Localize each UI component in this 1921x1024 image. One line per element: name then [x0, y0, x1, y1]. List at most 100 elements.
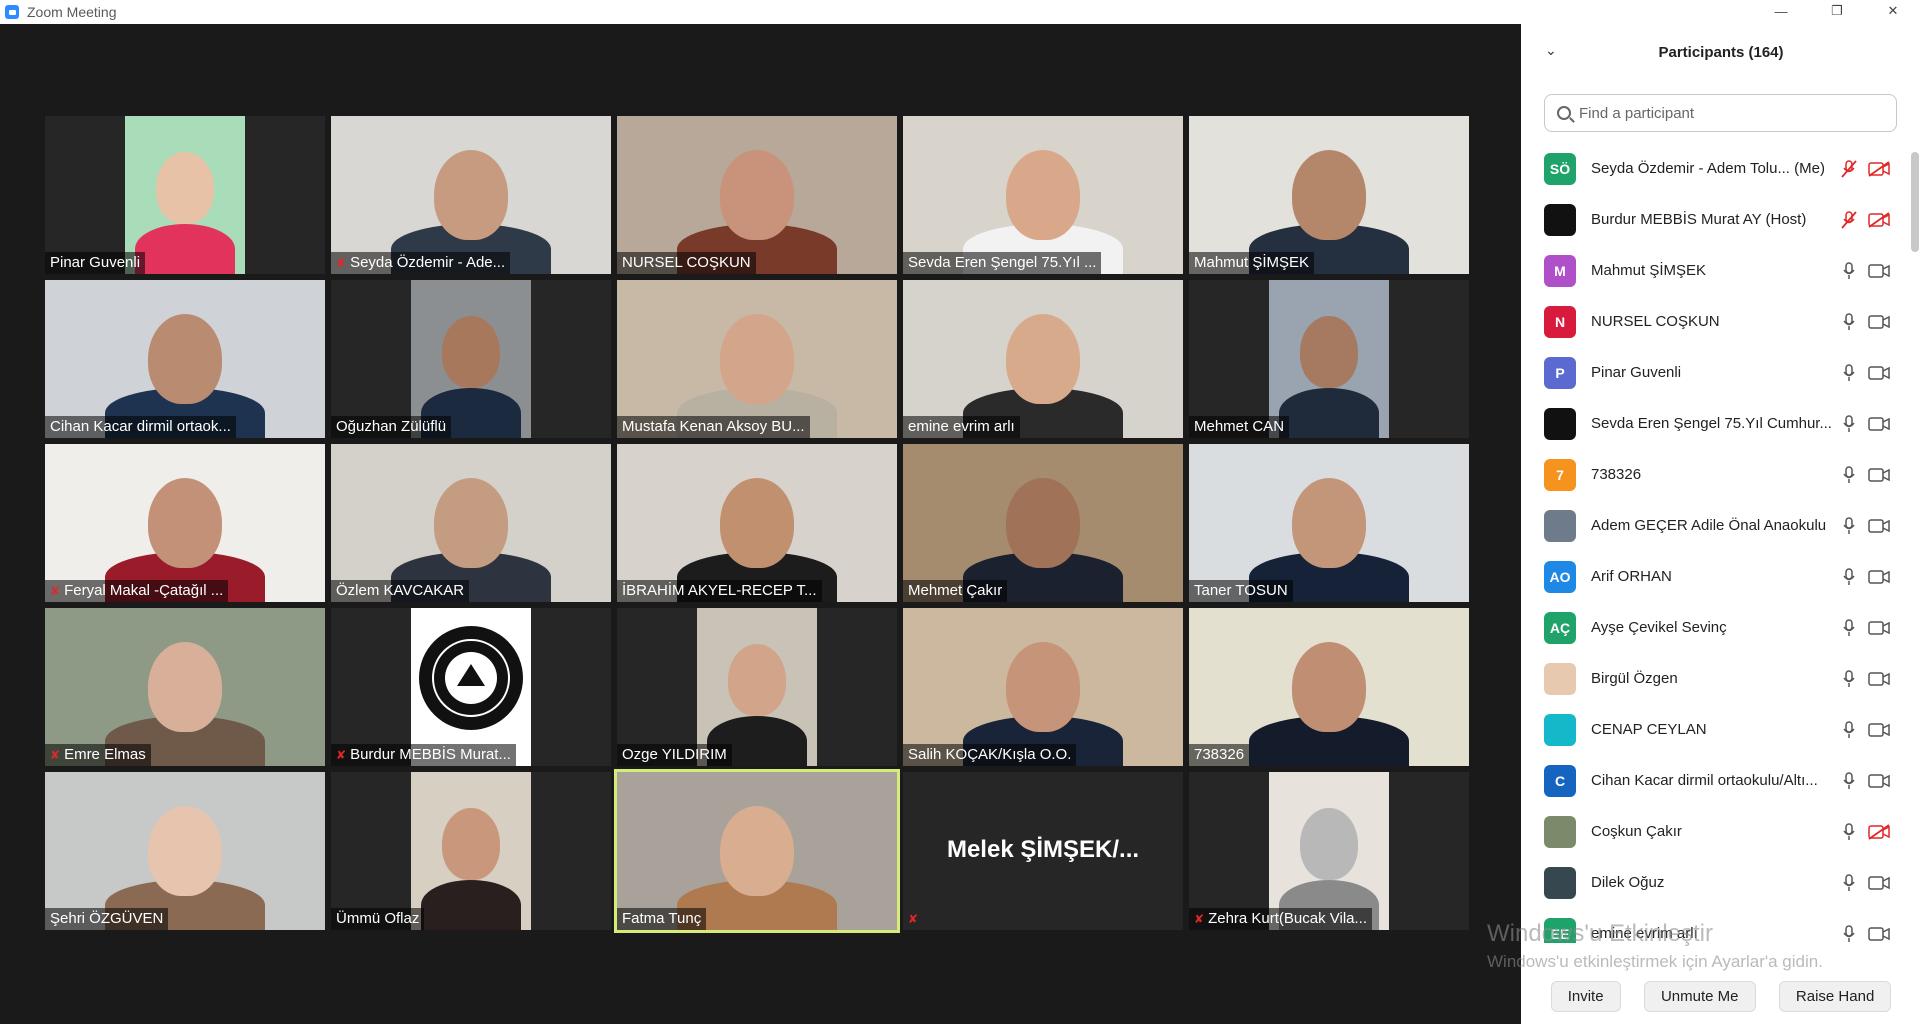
mic-icon[interactable] [1839, 516, 1859, 536]
video-camera-icon[interactable] [1867, 363, 1891, 383]
video-tile[interactable]: Ümmü Oflaz [331, 772, 611, 930]
mic-icon[interactable] [1839, 924, 1859, 944]
video-feed [45, 772, 325, 930]
participant-row[interactable]: Birgül Özgen [1521, 653, 1901, 704]
video-tile[interactable]: Cihan Kacar dirmil ortaok... [45, 280, 325, 438]
video-tile[interactable]: Şehri ÖZGÜVEN [45, 772, 325, 930]
close-icon[interactable]: ✕ [1865, 0, 1921, 22]
participant-row[interactable]: Adem GEÇER Adile Önal Anaokulu [1521, 500, 1901, 551]
mic-icon[interactable] [1839, 771, 1859, 791]
restore-icon[interactable]: ❐ [1809, 0, 1865, 22]
tile-name-label: Mustafa Kenan Aksoy BU... [617, 416, 810, 438]
mic-icon[interactable] [1839, 465, 1859, 485]
tile-name-label: NURSEL COŞKUN [617, 252, 756, 274]
video-tile[interactable]: Ozge YILDIRIM [617, 608, 897, 766]
video-tile[interactable]: NURSEL COŞKUN [617, 116, 897, 274]
video-tile[interactable]: Pinar Guvenli [45, 116, 325, 274]
tile-name-label: ✘ Zehra Kurt(Bucak Vila... [1189, 908, 1373, 930]
video-tile[interactable]: Salih KOÇAK/Kışla O.O. [903, 608, 1183, 766]
video-camera-icon[interactable] [1867, 873, 1891, 893]
mic-icon[interactable] [1839, 261, 1859, 281]
tile-name-text: Taner TOSUN [1194, 582, 1288, 599]
video-camera-icon[interactable] [1867, 261, 1891, 281]
participant-row[interactable]: AO Arif ORHAN [1521, 551, 1901, 602]
participant-row[interactable]: 7 738326 [1521, 449, 1901, 500]
video-tile[interactable]: Fatma Tunç [614, 769, 900, 933]
mic-muted-icon[interactable] [1839, 159, 1859, 179]
video-camera-icon[interactable] [1867, 516, 1891, 536]
video-off-icon[interactable] [1867, 210, 1891, 230]
invite-button[interactable]: Invite [1550, 980, 1621, 1012]
tile-name-text: Mehmet Çakır [908, 582, 1003, 599]
video-tile[interactable]: ✘ Feryal Makal -Çatağıl ... [45, 444, 325, 602]
unmute-me-button[interactable]: Unmute Me [1643, 980, 1756, 1012]
participant-row[interactable]: AÇ Ayşe Çevikel Sevinç [1521, 602, 1901, 653]
mic-icon[interactable] [1839, 363, 1859, 383]
video-tile[interactable]: ✘ Emre Elmas [45, 608, 325, 766]
video-camera-icon[interactable] [1867, 669, 1891, 689]
participant-search[interactable] [1544, 94, 1897, 132]
participant-row[interactable]: M Mahmut ŞİMŞEK [1521, 245, 1901, 296]
mic-icon[interactable] [1839, 669, 1859, 689]
participant-row[interactable]: Dilek Oğuz [1521, 857, 1901, 908]
video-tile[interactable]: 738326 [1189, 608, 1469, 766]
mic-icon[interactable] [1839, 567, 1859, 587]
video-tile[interactable]: ✘ Zehra Kurt(Bucak Vila... [1189, 772, 1469, 930]
participant-avatar: N [1544, 305, 1576, 338]
scrollbar[interactable] [1911, 152, 1919, 252]
search-icon [1557, 106, 1571, 120]
mic-icon[interactable] [1839, 414, 1859, 434]
participant-row[interactable]: P Pinar Guvenli [1521, 347, 1901, 398]
tile-name-label: Fatma Tunç [617, 908, 707, 930]
video-off-icon[interactable] [1867, 822, 1891, 842]
window-controls: — ❐ ✕ [1753, 0, 1921, 24]
video-camera-icon[interactable] [1867, 312, 1891, 332]
participant-row[interactable]: CENAP CEYLAN [1521, 704, 1901, 755]
minimize-icon[interactable]: — [1753, 0, 1809, 22]
video-camera-icon[interactable] [1867, 567, 1891, 587]
tile-name-text: Cihan Kacar dirmil ortaok... [50, 418, 231, 435]
video-camera-icon[interactable] [1867, 720, 1891, 740]
participant-row[interactable]: Burdur MEBBİS Murat AY (Host) [1521, 194, 1901, 245]
video-camera-icon[interactable] [1867, 771, 1891, 791]
person-head [156, 152, 214, 224]
raise-hand-button[interactable]: Raise Hand [1778, 980, 1892, 1012]
video-tile[interactable]: Mehmet CAN [1189, 280, 1469, 438]
participant-row[interactable]: Coşkun Çakır [1521, 806, 1901, 857]
mic-muted-icon[interactable] [1839, 210, 1859, 230]
video-camera-icon[interactable] [1867, 924, 1891, 944]
tile-name-label: Sevda Eren Şengel 75.Yıl ... [903, 252, 1102, 274]
mic-icon[interactable] [1839, 312, 1859, 332]
video-off-icon[interactable] [1867, 159, 1891, 179]
participant-row[interactable]: Sevda Eren Şengel 75.Yıl Cumhur... [1521, 398, 1901, 449]
mic-icon[interactable] [1839, 720, 1859, 740]
tile-name-label: emine evrim arlı [903, 416, 1020, 438]
mic-icon[interactable] [1839, 873, 1859, 893]
video-tile[interactable]: Taner TOSUN [1189, 444, 1469, 602]
person-head [442, 316, 500, 388]
video-tile[interactable]: Sevda Eren Şengel 75.Yıl ... [903, 116, 1183, 274]
video-tile[interactable]: Özlem KAVCAKAR [331, 444, 611, 602]
participant-row[interactable]: N NURSEL COŞKUN [1521, 296, 1901, 347]
video-tile[interactable]: Mehmet Çakır [903, 444, 1183, 602]
person-head [1006, 150, 1080, 240]
participant-row[interactable]: SÖ Seyda Özdemir - Adem Tolu... (Me) [1521, 143, 1901, 194]
video-tile[interactable]: Mahmut ŞİMŞEK [1189, 116, 1469, 274]
video-camera-icon[interactable] [1867, 618, 1891, 638]
video-tile[interactable]: Melek ŞİMŞEK/... ✘ [903, 772, 1183, 930]
search-input[interactable] [1579, 104, 1879, 122]
mic-icon[interactable] [1839, 822, 1859, 842]
tile-name-text: Seyda Özdemir - Ade... [350, 254, 506, 271]
video-camera-icon[interactable] [1867, 414, 1891, 434]
video-camera-icon[interactable] [1867, 465, 1891, 485]
video-tile[interactable]: emine evrim arlı [903, 280, 1183, 438]
mic-icon[interactable] [1839, 618, 1859, 638]
video-tile[interactable]: ✘ Burdur MEBBİS Murat... [331, 608, 611, 766]
video-tile[interactable]: Oğuzhan Zülüflü [331, 280, 611, 438]
video-tile[interactable]: Mustafa Kenan Aksoy BU... [617, 280, 897, 438]
video-gallery: Pinar Guvenli ✘ Seyda Özdemir - Ade... NURS… [0, 24, 1520, 1024]
video-tile[interactable]: İBRAHİM AKYEL-RECEP T... [617, 444, 897, 602]
video-tile[interactable]: ✘ Seyda Özdemir - Ade... [331, 116, 611, 274]
video-feed [1189, 608, 1469, 766]
participant-row[interactable]: C Cihan Kacar dirmil ortaokulu/Altı... [1521, 755, 1901, 806]
